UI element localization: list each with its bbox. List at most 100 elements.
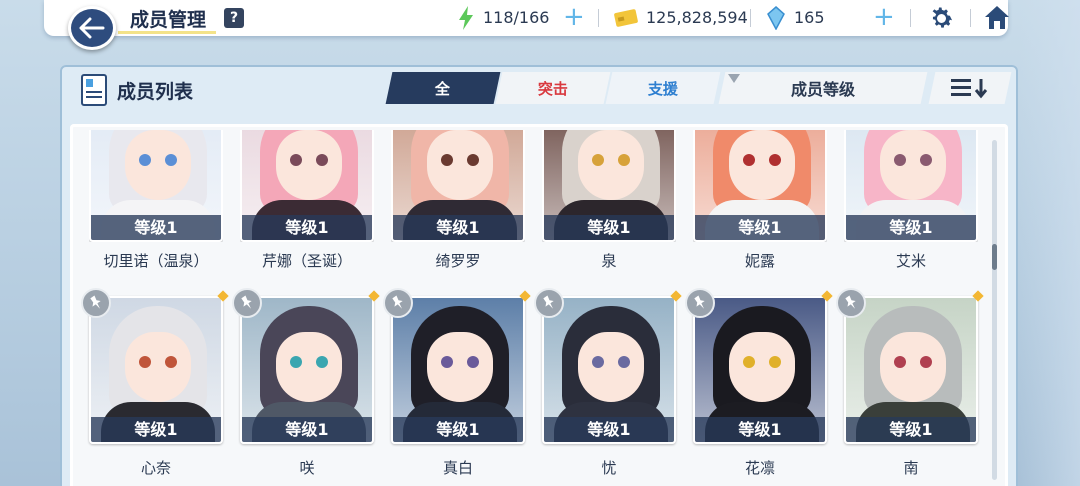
member-portrait: 等级1 bbox=[89, 296, 223, 444]
member-name: 花凛 bbox=[744, 459, 775, 477]
member-name: 切里诺（温泉） bbox=[103, 252, 209, 270]
portrait-eye bbox=[894, 356, 906, 368]
divider bbox=[598, 9, 599, 27]
divider bbox=[970, 9, 971, 27]
portrait-eye bbox=[743, 356, 755, 368]
sort-dropdown[interactable]: 成员等级 bbox=[718, 72, 928, 104]
tab-special[interactable]: 支援 bbox=[605, 72, 721, 104]
type-filter-tabs: 全 突击 支援 bbox=[385, 72, 721, 104]
pin-icon[interactable] bbox=[383, 288, 413, 318]
gems-value: 165 bbox=[794, 8, 825, 27]
pin-icon[interactable] bbox=[836, 288, 866, 318]
portrait-eye bbox=[920, 356, 932, 368]
portrait-face bbox=[125, 332, 191, 402]
divider bbox=[750, 9, 751, 27]
credit-card-icon bbox=[614, 9, 638, 27]
scrollbar-track[interactable] bbox=[992, 140, 997, 480]
level-badge: 等级1 bbox=[91, 417, 221, 442]
help-button[interactable]: ? bbox=[224, 8, 244, 28]
add-stamina-button[interactable]: + bbox=[563, 4, 585, 30]
tab-all[interactable]: 全 bbox=[385, 72, 501, 104]
member-portrait: 等级1 bbox=[391, 296, 525, 444]
portrait-eye bbox=[290, 356, 302, 368]
settings-gear-icon[interactable] bbox=[928, 5, 955, 32]
stamina-bolt-icon bbox=[459, 6, 473, 30]
member-name: 泉 bbox=[601, 252, 617, 270]
portrait-face bbox=[578, 130, 644, 200]
portrait-eye bbox=[769, 154, 781, 166]
credits-value: 125,828,594 bbox=[646, 8, 748, 27]
home-icon[interactable] bbox=[983, 4, 1011, 31]
portrait-eye bbox=[618, 154, 630, 166]
level-badge: 等级1 bbox=[695, 417, 825, 442]
member-card[interactable]: 等级1 bbox=[693, 296, 827, 444]
add-gems-button[interactable]: + bbox=[873, 4, 895, 30]
portrait-eye bbox=[139, 356, 151, 368]
portrait-eye bbox=[769, 356, 781, 368]
page-title: 成员管理 bbox=[130, 9, 207, 31]
level-badge: 等级1 bbox=[242, 215, 372, 240]
portrait-eye bbox=[441, 356, 453, 368]
tab-all-label: 全 bbox=[435, 79, 451, 98]
portrait-face bbox=[729, 332, 795, 402]
level-badge: 等级1 bbox=[544, 417, 674, 442]
member-card[interactable]: 等级1 bbox=[89, 296, 223, 444]
gem-icon bbox=[767, 6, 785, 30]
member-card[interactable]: 等级1 bbox=[391, 296, 525, 444]
level-badge: 等级1 bbox=[846, 215, 976, 240]
member-name: 绮罗罗 bbox=[435, 252, 481, 270]
portrait-eye bbox=[618, 356, 630, 368]
portrait-eye bbox=[592, 154, 604, 166]
member-portrait: 等级1 bbox=[844, 296, 978, 444]
portrait-eye bbox=[165, 356, 177, 368]
member-card[interactable]: 等级1 bbox=[844, 296, 978, 444]
member-name: 妮露 bbox=[744, 252, 775, 270]
portrait-face bbox=[578, 332, 644, 402]
portrait-face bbox=[880, 130, 946, 200]
level-badge: 等级1 bbox=[846, 417, 976, 442]
portrait-eye bbox=[165, 154, 177, 166]
filter-icon bbox=[728, 74, 740, 83]
member-name: 芹娜（圣诞） bbox=[261, 252, 352, 270]
member-card[interactable]: 等级1 bbox=[542, 296, 676, 444]
pin-icon[interactable] bbox=[534, 288, 564, 318]
portrait-face bbox=[276, 130, 342, 200]
level-badge: 等级1 bbox=[393, 215, 523, 240]
member-portrait: 等级1 bbox=[240, 296, 374, 444]
portrait-face bbox=[276, 332, 342, 402]
tab-special-label: 支援 bbox=[647, 79, 678, 98]
portrait-eye bbox=[743, 154, 755, 166]
background-stripe bbox=[1020, 0, 1080, 486]
member-portrait: 等级1 bbox=[542, 296, 676, 444]
title-underline bbox=[118, 31, 216, 34]
level-badge: 等级1 bbox=[91, 215, 221, 240]
tab-striker-label: 突击 bbox=[537, 79, 568, 98]
portrait-face bbox=[880, 332, 946, 402]
pin-icon[interactable] bbox=[685, 288, 715, 318]
back-button[interactable] bbox=[68, 6, 116, 50]
level-badge: 等级1 bbox=[695, 215, 825, 240]
tab-striker[interactable]: 突击 bbox=[495, 72, 611, 104]
member-name: 艾米 bbox=[895, 252, 926, 270]
sort-order-icon bbox=[951, 79, 988, 99]
level-badge: 等级1 bbox=[242, 417, 372, 442]
portrait-eye bbox=[316, 154, 328, 166]
member-name: 心奈 bbox=[140, 459, 171, 477]
member-name: 南 bbox=[903, 459, 919, 477]
portrait-eye bbox=[467, 356, 479, 368]
member-card[interactable]: 等级1 bbox=[240, 296, 374, 444]
portrait-face bbox=[125, 130, 191, 200]
stamina-value: 118/166 bbox=[483, 8, 550, 27]
portrait-eye bbox=[316, 356, 328, 368]
pin-icon[interactable] bbox=[232, 288, 262, 318]
sort-order-button[interactable] bbox=[928, 72, 1012, 104]
sort-label: 成员等级 bbox=[790, 80, 855, 99]
scrollbar-thumb[interactable] bbox=[992, 244, 997, 270]
pin-icon[interactable] bbox=[81, 288, 111, 318]
member-list-icon bbox=[81, 74, 107, 106]
level-badge: 等级1 bbox=[544, 215, 674, 240]
portrait-face bbox=[729, 130, 795, 200]
member-name: 咲 bbox=[299, 459, 315, 477]
portrait-eye bbox=[894, 154, 906, 166]
portrait-eye bbox=[290, 154, 302, 166]
